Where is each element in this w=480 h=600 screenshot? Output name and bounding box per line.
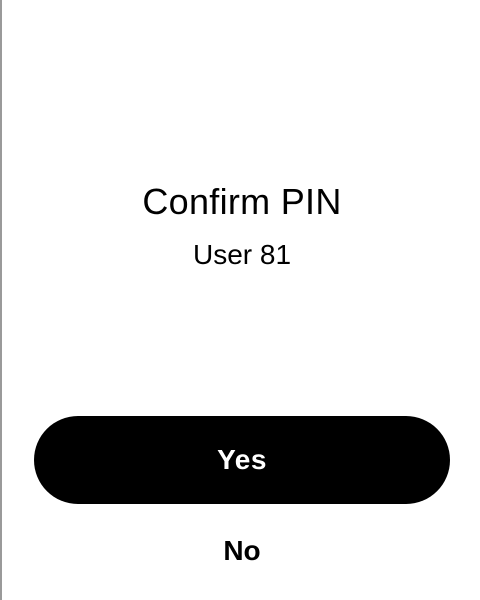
user-label: User 81	[192, 239, 292, 270]
yes-button[interactable]: Yes	[34, 416, 450, 504]
confirm-pin-screen: Confirm PIN User 81 Yes No	[0, 0, 480, 600]
no-button[interactable]: No	[142, 526, 342, 576]
page-title: Confirm PIN	[142, 181, 342, 222]
